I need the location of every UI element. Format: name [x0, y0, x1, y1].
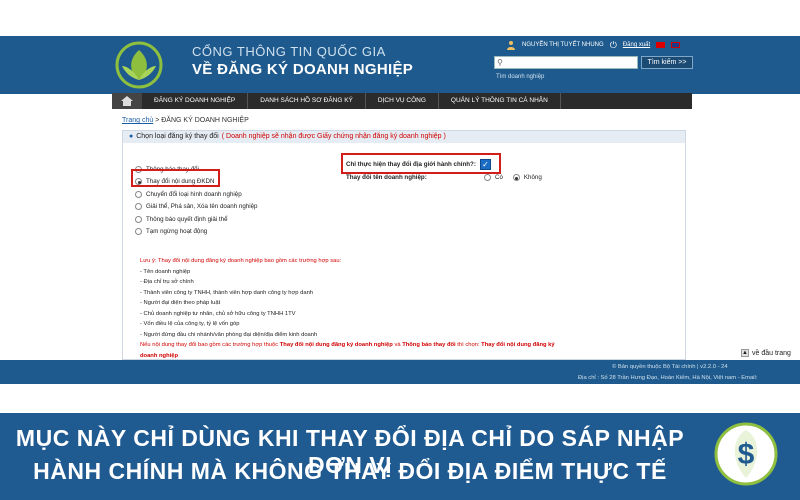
breadcrumb-current: > ĐĂNG KÝ DOANH NGHIỆP: [155, 117, 249, 124]
home-icon[interactable]: [112, 93, 142, 109]
admin-boundary-checkbox[interactable]: ✓: [480, 159, 491, 170]
breadcrumb: Trang chủ > ĐĂNG KÝ DOANH NGHIỆP: [122, 117, 249, 124]
note-item: - Địa chỉ trụ sở chính: [140, 279, 194, 285]
notes-footer-text: và: [394, 342, 401, 348]
portal-subtitle: VỀ ĐĂNG KÝ DOANH NGHIỆP: [192, 61, 414, 78]
section-header: ● Chọn loại đăng ký thay đổi ( Doanh ngh…: [123, 131, 685, 143]
admin-boundary-question: Chỉ thực hiện thay đổi địa giới hành chí…: [346, 161, 476, 168]
note-item: - Chủ doanh nghiệp tư nhân, chủ sở hữu c…: [140, 310, 296, 317]
bullet-icon: ●: [129, 133, 134, 140]
notes-footer-strong: Thay đổi nội dung đăng ký doanh nghiệp: [279, 342, 393, 348]
radio-button[interactable]: [135, 215, 142, 223]
radio-button[interactable]: [135, 228, 142, 236]
rename-question: Thay đổi tên doanh nghiệp:: [346, 174, 427, 181]
scroll-top-link[interactable]: ▲ về đầu trang: [738, 348, 794, 358]
note-item: - Vốn điều lệ của công ty, tỷ lệ vốn góp: [140, 321, 240, 327]
arrow-up-icon: ▲: [741, 349, 749, 357]
portal-title: CỔNG THÔNG TIN QUỐC GIA: [192, 44, 386, 59]
page: CỔNG THÔNG TIN QUỐC GIA VỀ ĐĂNG KÝ DOANH…: [0, 0, 800, 500]
notes-footer: Nếu nội dung thay đổi bao gồm các trường…: [140, 340, 560, 361]
nav-item-public-services[interactable]: DỊCH VỤ CÔNG: [366, 93, 439, 109]
nav-item-personal-info[interactable]: QUẢN LÝ THÔNG TIN CÁ NHÂN: [439, 93, 561, 109]
footer-address: Địa chỉ : Số 28 Trần Hưng Đạo, Hoàn Kiếm…: [578, 375, 758, 381]
radio-yes[interactable]: [484, 174, 491, 181]
option-dissolve-decision[interactable]: Thông báo quyết định giải thể: [135, 213, 257, 226]
highlight-selected-option: [131, 169, 220, 187]
note-item: - Tên doanh nghiệp: [140, 268, 191, 275]
find-business-link[interactable]: Tìm doanh nghiệp: [496, 74, 544, 80]
nav-item-business-registration[interactable]: ĐĂNG KÝ DOANH NGHIỆP: [142, 93, 249, 109]
section-title: Chọn loại đăng ký thay đổi: [136, 133, 219, 140]
dollar-logo-icon: $: [714, 422, 778, 486]
notes-footer-text: Nếu nội dung thay đổi bao gồm các trường…: [140, 342, 279, 348]
option-suspend[interactable]: Tạm ngừng hoạt động: [135, 226, 257, 239]
portal-logo: [115, 41, 163, 89]
search-input[interactable]: ⚲: [494, 56, 638, 69]
nav-item-registration-list[interactable]: DANH SÁCH HỒ SƠ ĐĂNG KÝ: [248, 93, 366, 109]
search-icon: ⚲: [497, 58, 503, 67]
option-label: Chuyển đổi loại hình doanh nghiệp: [146, 190, 242, 198]
user-bar: NGUYỄN THỊ TUYẾT NHUNG ⏻ Đăng xuất: [506, 37, 681, 53]
note-item: - Thành viên công ty TNHH, thành viên hợ…: [140, 289, 314, 296]
notes-footer-text: thì chọn:: [457, 342, 480, 348]
footer-copyright: © Bản quyền thuộc Bộ Tài chính | v2.2.0 …: [612, 364, 728, 370]
note-item: - Người đại diện theo pháp luật: [140, 300, 221, 306]
radio-no[interactable]: [512, 174, 520, 181]
option-label: Thông báo quyết định giải thể: [146, 215, 228, 223]
radio-button[interactable]: [135, 203, 142, 211]
main-nav: ĐĂNG KÝ DOANH NGHIỆP DANH SÁCH HỒ SƠ ĐĂN…: [112, 93, 692, 109]
option-dissolve[interactable]: Giải thể, Phá sản, Xóa tên doanh nghiệp: [135, 201, 257, 214]
user-name[interactable]: NGUYỄN THỊ TUYẾT NHUNG: [522, 42, 604, 48]
uk-flag-icon[interactable]: [671, 42, 681, 48]
user-icon: [507, 41, 515, 50]
option-label: Giải thể, Phá sản, Xóa tên doanh nghiệp: [146, 203, 258, 211]
section-notice: ( Doanh nghiệp sẽ nhận được Giấy chứng n…: [221, 133, 446, 140]
scroll-top-label: về đầu trang: [752, 349, 791, 357]
breadcrumb-home[interactable]: Trang chủ: [122, 117, 153, 124]
notes-block: Lưu ý: Thay đổi nội dung đăng ký doanh n…: [140, 256, 560, 361]
option-convert-type[interactable]: Chuyển đổi loại hình doanh nghiệp: [135, 188, 257, 201]
power-icon[interactable]: ⏻: [610, 40, 617, 51]
rename-choice: Có Không: [484, 174, 542, 181]
notes-footer-strong: Thông báo thay đổi: [402, 342, 456, 348]
yes-label: Có: [495, 174, 503, 181]
vietnam-flag-icon[interactable]: [656, 42, 666, 48]
option-label: Tạm ngừng hoạt động: [146, 228, 208, 236]
search-button[interactable]: Tìm kiếm >>: [641, 56, 693, 69]
svg-text:$: $: [738, 438, 755, 471]
notes-intro: Lưu ý: Thay đổi nội dung đăng ký doanh n…: [140, 258, 342, 264]
note-item: - Người đứng đầu chi nhánh/văn phòng đại…: [140, 331, 318, 338]
radio-button[interactable]: [135, 190, 142, 198]
logout-link[interactable]: Đăng xuất: [623, 42, 650, 48]
no-label: Không: [523, 174, 542, 181]
banner-line-2: HÀNH CHÍNH MÀ KHÔNG THAY ĐỔI ĐỊA ĐIỂM TH…: [33, 458, 667, 484]
